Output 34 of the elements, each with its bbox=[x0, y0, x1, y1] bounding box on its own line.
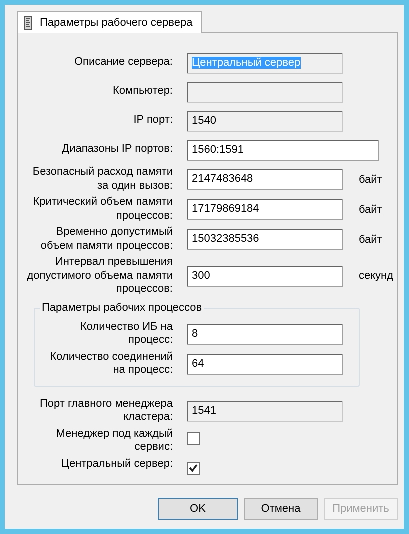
field-label: Безопасный расход памяти за один вызов: bbox=[32, 166, 173, 193]
text-field[interactable]: 1541 bbox=[187, 400, 343, 422]
tab[interactable]: Параметры рабочего сервера bbox=[17, 11, 202, 33]
field-label: Порт главного менеджера кластера: bbox=[38, 398, 173, 424]
text-field[interactable]: 300 bbox=[187, 266, 343, 287]
dialog-button[interactable]: OK bbox=[158, 498, 238, 520]
checkbox[interactable] bbox=[187, 432, 200, 444]
unit-label: байт bbox=[358, 234, 384, 246]
field-label: Описание сервера: bbox=[73, 56, 173, 70]
field-label: Менеджер под каждый сервис: bbox=[55, 428, 173, 454]
group-title: Параметры рабочих процессов bbox=[40, 300, 204, 314]
text-field[interactable]: 1540 bbox=[187, 110, 343, 132]
dialog-button[interactable]: Отмена bbox=[244, 498, 318, 520]
field-label: Центральный сервер: bbox=[60, 458, 173, 471]
page-icon bbox=[24, 16, 32, 30]
field-label: Критический объем памяти процессов: bbox=[32, 196, 173, 223]
checkbox[interactable] bbox=[187, 462, 200, 474]
unit-label: байт bbox=[358, 174, 384, 186]
text-field[interactable]: 2147483648 bbox=[187, 169, 343, 190]
text-field[interactable]: 64 bbox=[187, 354, 343, 374]
field-label: Компьютер: bbox=[112, 85, 173, 99]
unit-label: секунд bbox=[358, 270, 394, 282]
text-field[interactable]: 15032385536 bbox=[187, 229, 343, 250]
field-label: Количество ИБ на процесс: bbox=[79, 320, 173, 348]
field-label: Временно допустимый объем памяти процессов: bbox=[40, 226, 173, 253]
text-field[interactable]: 17179869184 bbox=[187, 199, 343, 220]
field-label: Интервал превышения допустимого объема памяти процессов: bbox=[26, 256, 173, 296]
text-field[interactable]: 8 bbox=[187, 324, 343, 344]
text-field[interactable]: 1560:1591 bbox=[187, 140, 379, 160]
field-label: IP порт: bbox=[132, 114, 173, 128]
field-label: Количество соединений на процесс: bbox=[49, 350, 173, 378]
field-label: Диапазоны IP портов: bbox=[61, 143, 173, 157]
unit-label: байт bbox=[358, 204, 384, 216]
text-field[interactable] bbox=[187, 82, 343, 102]
